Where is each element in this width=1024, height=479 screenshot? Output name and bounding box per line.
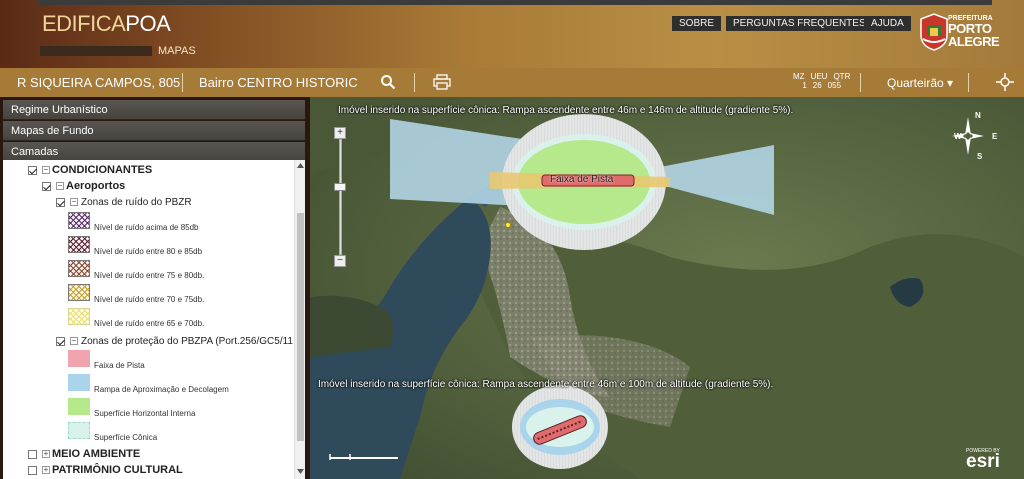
brand-subtitle: MAPAS xyxy=(158,45,196,57)
legend-label: Nível de ruído entre 70 e 75db. xyxy=(94,295,205,304)
legend-swatch xyxy=(68,374,90,391)
accordion-mapas-de-fundo[interactable]: Mapas de Fundo xyxy=(3,121,305,141)
quarteirao-dropdown[interactable]: Quarteirão ▾ xyxy=(887,76,953,90)
legend-label: Superfície Horizontal Interna xyxy=(94,409,196,418)
checkbox[interactable] xyxy=(28,166,37,175)
zoom-handle[interactable] xyxy=(334,183,346,191)
legend-label: Faixa de Pista xyxy=(94,361,145,370)
divider xyxy=(968,73,969,92)
brand-left: EDIFICA xyxy=(42,11,126,36)
perguntas-frequentes-button[interactable]: PERGUNTAS FREQUENTES xyxy=(726,16,873,31)
legend-label: Rampa de Aproximação e Decolagem xyxy=(94,385,229,394)
bairro-field[interactable]: Bairro CENTRO HISTORIC xyxy=(199,75,358,90)
runway-label: Faixa de Pista xyxy=(550,174,614,185)
legend-swatch xyxy=(68,350,90,367)
scroll-down-icon[interactable] xyxy=(297,469,304,474)
esri-logo: POWERED BY esri xyxy=(966,448,1000,472)
compass-n: N xyxy=(975,111,981,120)
legend-swatch xyxy=(68,212,90,229)
checkbox[interactable] xyxy=(56,337,65,346)
legend-swatch xyxy=(68,398,90,415)
legend-label: Nível de ruído entre 75 e 80db. xyxy=(94,271,205,280)
checkbox[interactable] xyxy=(28,466,37,475)
compass-s: S xyxy=(977,152,983,161)
collapse-toggle-icon[interactable]: − xyxy=(70,198,78,206)
collapse-toggle-icon[interactable]: − xyxy=(70,337,78,345)
compass-w: W xyxy=(954,132,962,141)
accordion-camadas[interactable]: Camadas xyxy=(3,142,305,162)
header: EDIFICAPOA MAPAS SOBRE PERGUNTAS FREQUEN… xyxy=(0,0,1024,68)
logo-line2: ALEGRE xyxy=(948,34,1000,49)
search-icon[interactable] xyxy=(380,74,396,90)
expand-toggle-icon[interactable]: + xyxy=(42,450,50,458)
checkbox[interactable] xyxy=(28,450,37,459)
prefeitura-logo-text: PREFEITURA PORTO ALEGRE xyxy=(948,15,1000,49)
map-canvas[interactable] xyxy=(310,97,1024,479)
app-logo[interactable]: EDIFICAPOA xyxy=(42,11,171,37)
prefeitura-crest-icon xyxy=(920,13,948,51)
accordion-regime-urbanistico[interactable]: Regime Urbanístico xyxy=(3,100,305,120)
legend-swatch xyxy=(68,236,90,253)
sobre-button[interactable]: SOBRE xyxy=(672,16,722,31)
collapse-toggle-icon[interactable]: − xyxy=(56,182,64,190)
checkbox[interactable] xyxy=(56,198,65,207)
zoom-slider[interactable]: + − xyxy=(334,127,348,267)
brand-underline xyxy=(40,46,152,56)
zone-readout: MZ UEU QTR 1 26 055 xyxy=(793,72,851,90)
move-icon[interactable] xyxy=(996,73,1014,91)
divider xyxy=(182,73,183,92)
top-strip xyxy=(38,0,992,5)
address-field[interactable]: R SIQUEIRA CAMPOS, 805 xyxy=(17,75,180,90)
scrollbar-thumb[interactable] xyxy=(297,213,304,441)
legend-label: Nível de ruído entre 65 e 70db. xyxy=(94,319,205,328)
print-icon[interactable] xyxy=(433,74,451,90)
address-toolbar: R SIQUEIRA CAMPOS, 805 Bairro CENTRO HIS… xyxy=(0,68,1024,97)
layer-tree-scrollbar[interactable] xyxy=(294,160,305,479)
legend-label: Nível de ruído entre 80 e 85db xyxy=(94,247,203,256)
scroll-up-icon[interactable] xyxy=(297,163,304,168)
legend-swatch xyxy=(68,422,90,439)
divider xyxy=(860,73,861,92)
layer-tree: − CONDICIONANTES − Aeroportos − Zonas de… xyxy=(3,160,305,479)
compass-e: E xyxy=(992,132,998,141)
expand-toggle-icon[interactable]: + xyxy=(42,466,50,474)
checkbox[interactable] xyxy=(42,182,51,191)
legend-swatch xyxy=(68,308,90,325)
zoom-out-button[interactable]: − xyxy=(334,255,346,267)
legend-label: Superfície Cônica xyxy=(94,433,158,442)
legend-swatch xyxy=(68,284,90,301)
divider xyxy=(414,73,415,92)
zoom-in-button[interactable]: + xyxy=(334,127,346,139)
legend-label: Nível de ruído acima de 85db xyxy=(94,223,199,232)
zoom-track[interactable] xyxy=(339,139,342,255)
map-label-top: Imóvel inserido na superfície cônica: Ra… xyxy=(338,105,794,116)
property-marker-icon[interactable] xyxy=(505,222,511,228)
collapse-toggle-icon[interactable]: − xyxy=(42,166,50,174)
map-view[interactable]: Imóvel inserido na superfície cônica: Ra… xyxy=(310,97,1024,479)
legend-swatch xyxy=(68,260,90,277)
map-label-bottom: Imóvel inserido na superfície cônica: Ra… xyxy=(318,379,774,390)
ajuda-button[interactable]: AJUDA xyxy=(864,16,911,31)
brand-right: POA xyxy=(125,11,171,36)
